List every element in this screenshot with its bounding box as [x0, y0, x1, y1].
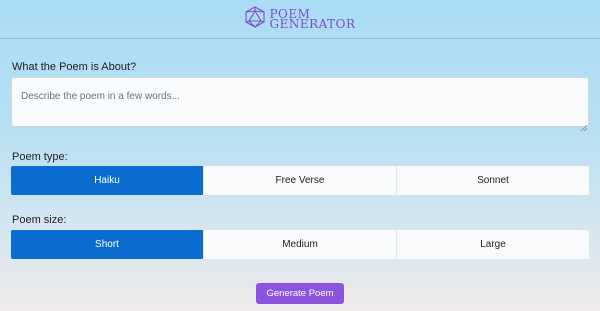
poem-description-input[interactable]	[11, 77, 589, 127]
poem-size-group: Short Medium Large	[11, 230, 589, 259]
poem-size-short[interactable]: Short	[11, 230, 203, 259]
polyhedron-icon	[244, 5, 266, 33]
poem-size-large[interactable]: Large	[396, 230, 589, 259]
poem-size-medium[interactable]: Medium	[203, 230, 396, 259]
poem-type-haiku[interactable]: Haiku	[11, 166, 203, 195]
about-label: What the Poem is About?	[12, 61, 137, 73]
poem-type-group: Haiku Free Verse Sonnet	[11, 166, 589, 195]
poem-size-label: Poem size:	[12, 214, 67, 226]
logo-text-line2: GENERATOR	[269, 17, 356, 31]
resize-grip-icon[interactable]	[580, 118, 588, 132]
header: POEM GENERATOR	[0, 0, 600, 39]
generate-poem-button[interactable]: Generate Poem	[256, 283, 344, 304]
poem-type-label: Poem type:	[12, 151, 68, 163]
logo: POEM GENERATOR	[244, 5, 356, 33]
poem-type-free-verse[interactable]: Free Verse	[203, 166, 396, 195]
poem-type-sonnet[interactable]: Sonnet	[396, 166, 589, 195]
